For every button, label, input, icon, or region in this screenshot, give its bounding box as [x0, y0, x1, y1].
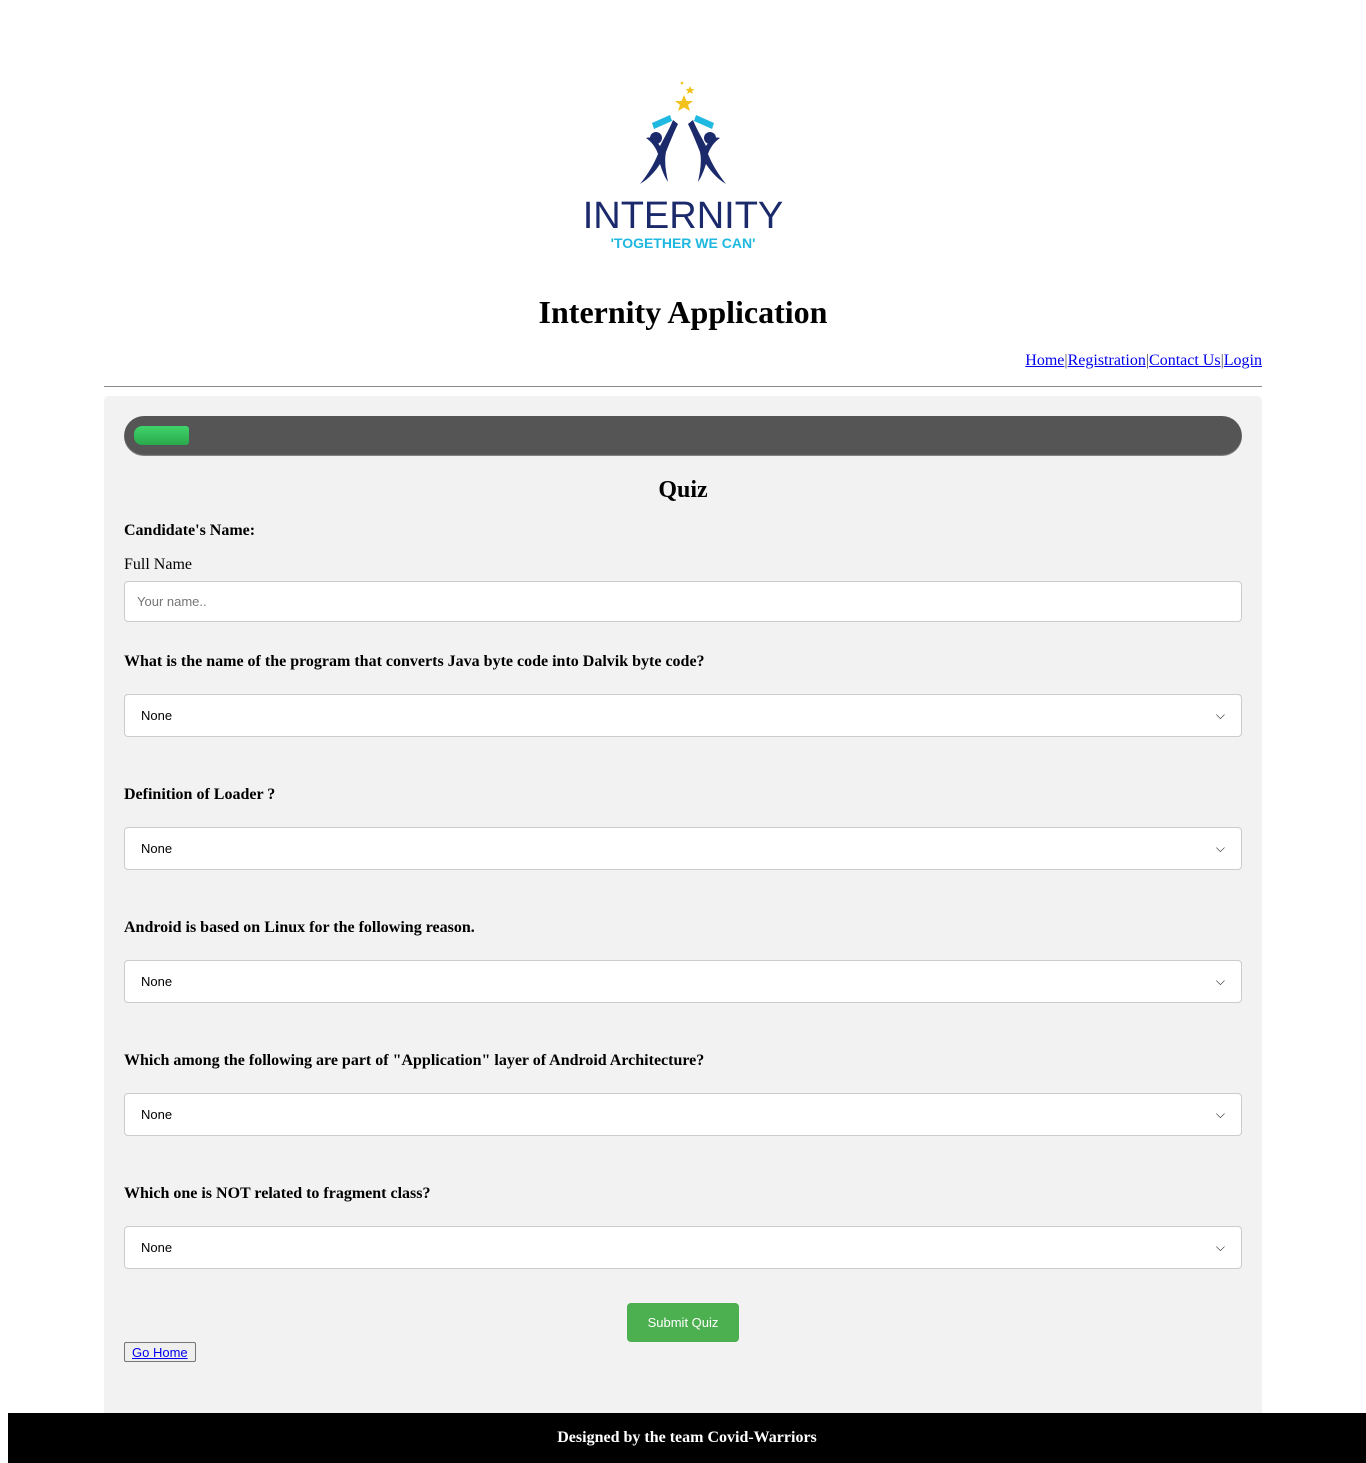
- question-5-select[interactable]: None ⌵: [124, 1226, 1242, 1269]
- nav-login-link[interactable]: Login: [1224, 352, 1262, 369]
- logo-tagline: 'TOGETHER WE CAN': [611, 235, 756, 251]
- left-figure: [640, 120, 678, 184]
- chevron-down-icon: ⌵: [1215, 1240, 1225, 1254]
- question-3-label: Android is based on Linux for the follow…: [124, 919, 475, 936]
- logo-graphic: INTERNITY 'TOGETHER WE CAN': [583, 81, 784, 251]
- chevron-down-icon: ⌵: [1215, 708, 1225, 722]
- chevron-down-icon: ⌵: [1215, 974, 1225, 988]
- top-nav: Home|Registration|Contact Us|Login: [1025, 352, 1262, 370]
- question-5-label: Which one is NOT related to fragment cla…: [124, 1185, 431, 1202]
- footer: Designed by the team Covid-Warriors: [8, 1413, 1366, 1463]
- question-4-label: Which among the following are part of "A…: [124, 1052, 705, 1069]
- candidate-name-heading: Candidate's Name:: [124, 522, 256, 539]
- question-1-select[interactable]: None ⌵: [124, 694, 1242, 737]
- left-cap: [652, 115, 672, 129]
- star-icon: [675, 95, 693, 111]
- question-5-selected-value: None: [141, 1240, 173, 1255]
- right-figure: [688, 120, 726, 184]
- go-home-button[interactable]: Go Home: [124, 1342, 196, 1362]
- nav-registration-link[interactable]: Registration: [1068, 352, 1146, 369]
- question-1-selected-value: None: [141, 708, 173, 723]
- progress-fill: [134, 426, 189, 445]
- progress-bar: [124, 416, 1242, 456]
- question-2-selected-value: None: [141, 841, 173, 856]
- full-name-input[interactable]: [124, 581, 1242, 622]
- nav-home-link[interactable]: Home: [1025, 352, 1064, 369]
- header-divider: [104, 386, 1262, 387]
- quiz-title: Quiz: [658, 477, 708, 503]
- star-icon: [685, 86, 695, 94]
- logo-wordmark: INTERNITY: [583, 195, 784, 237]
- left-head: [650, 132, 662, 144]
- quiz-panel: Quiz Candidate's Name: Full Name What is…: [104, 396, 1262, 1413]
- right-cap: [694, 115, 714, 129]
- question-2-label: Definition of Loader ?: [124, 786, 276, 803]
- footer-text: Designed by the team Covid-Warriors: [557, 1429, 817, 1446]
- full-name-label: Full Name: [124, 556, 192, 573]
- question-4-select[interactable]: None ⌵: [124, 1093, 1242, 1136]
- chevron-down-icon: ⌵: [1215, 1107, 1225, 1121]
- question-2-select[interactable]: None ⌵: [124, 827, 1242, 870]
- right-head: [704, 132, 716, 144]
- internity-logo: INTERNITY 'TOGETHER WE CAN': [560, 78, 806, 258]
- question-4-selected-value: None: [141, 1107, 173, 1122]
- go-home-link[interactable]: Go Home: [132, 1345, 188, 1360]
- nav-contact-link[interactable]: Contact Us: [1149, 352, 1221, 369]
- star-dot: [680, 81, 684, 85]
- chevron-down-icon: ⌵: [1215, 841, 1225, 855]
- page-title: Internity Application: [538, 294, 828, 330]
- submit-quiz-button[interactable]: Submit Quiz: [627, 1303, 739, 1342]
- question-1-label: What is the name of the program that con…: [124, 653, 705, 670]
- question-3-select[interactable]: None ⌵: [124, 960, 1242, 1003]
- question-3-selected-value: None: [141, 974, 173, 989]
